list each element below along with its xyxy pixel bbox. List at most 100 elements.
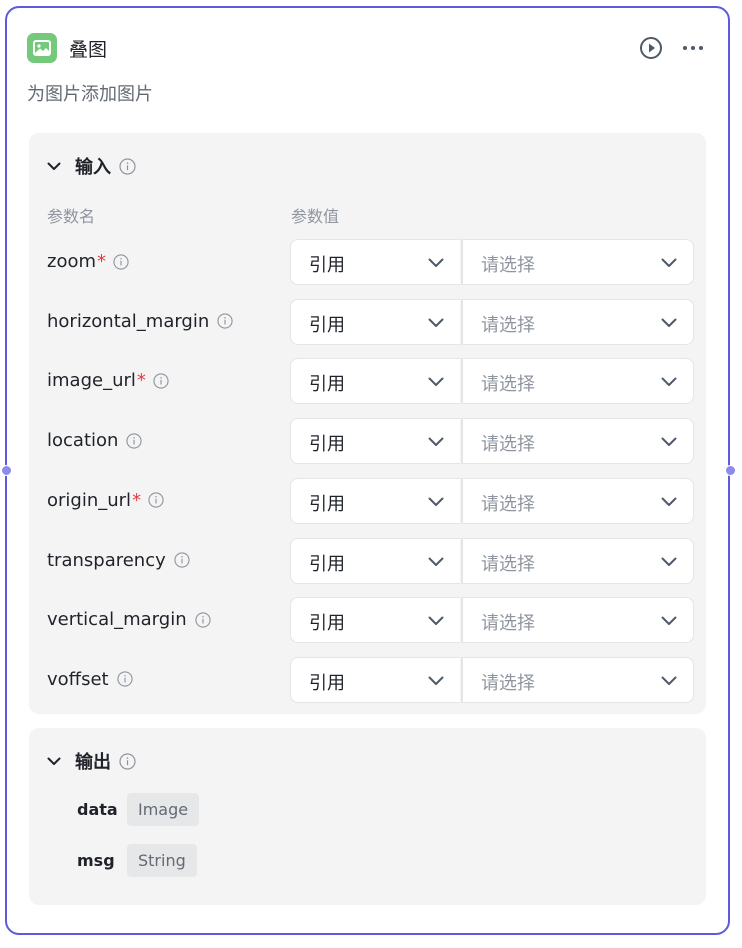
chevron-down-icon[interactable] [659, 253, 679, 273]
info-icon[interactable] [148, 492, 164, 508]
reference-type-select[interactable]: 引用 [290, 239, 460, 285]
chevron-down-icon[interactable] [426, 611, 446, 631]
reference-type-value: 引用 [309, 553, 345, 575]
reference-type-value: 引用 [309, 493, 345, 515]
chevron-down-icon[interactable] [426, 313, 446, 333]
info-icon[interactable] [119, 157, 136, 175]
param-name: horizontal_margin [47, 311, 233, 332]
param-name: vertical_margin [47, 609, 211, 630]
param-name-label: horizontal_margin [47, 310, 210, 332]
chevron-down-icon[interactable] [659, 611, 679, 631]
param-name: voffset [47, 669, 133, 690]
variable-select-placeholder: 请选择 [481, 314, 535, 336]
param-row: vertical_margin 引用 请选择 [29, 597, 706, 645]
param-name: zoom * [47, 251, 129, 272]
param-name: origin_url * [47, 490, 164, 511]
param-name: location [47, 430, 143, 452]
chevron-down-icon[interactable] [659, 372, 679, 392]
chevron-down-icon[interactable] [659, 432, 679, 452]
input-section-header[interactable]: 输入 [45, 153, 136, 179]
chevron-down-icon[interactable] [45, 157, 63, 175]
variable-select[interactable]: 请选择 [461, 597, 694, 644]
output-section: 输出 data Image msg String [29, 728, 706, 905]
input-section: 输入 参数名 参数值 zoom * 引用 请选择 horizontal_margin 引用… [29, 133, 706, 714]
play-circle-icon[interactable] [638, 35, 664, 61]
chevron-down-icon[interactable] [659, 492, 679, 512]
input-port-handle[interactable] [1, 465, 12, 476]
chevron-down-icon[interactable] [659, 313, 679, 333]
chevron-down-icon[interactable] [426, 492, 446, 512]
info-icon[interactable] [174, 552, 190, 568]
reference-type-select[interactable]: 引用 [290, 656, 460, 703]
variable-select-placeholder: 请选择 [481, 672, 535, 694]
output-type-badge: String [127, 843, 197, 877]
image-icon [27, 33, 57, 63]
chevron-down-icon[interactable] [659, 671, 679, 691]
variable-select[interactable]: 请选择 [461, 477, 694, 524]
info-icon[interactable] [126, 432, 143, 449]
variable-select[interactable]: 请选择 [461, 358, 694, 405]
info-icon[interactable] [113, 253, 129, 270]
param-name-label: transparency [47, 549, 166, 571]
param-row: transparency 引用 请选择 [29, 537, 706, 586]
reference-type-select[interactable]: 引用 [290, 477, 460, 524]
output-port-handle[interactable] [725, 465, 736, 476]
reference-type-value: 引用 [309, 434, 345, 456]
column-header-param-name: 参数名 [47, 207, 96, 226]
chevron-down-icon[interactable] [426, 432, 446, 452]
reference-type-select[interactable]: 引用 [290, 358, 460, 405]
chevron-down-icon[interactable] [426, 372, 446, 392]
chevron-down-icon[interactable] [426, 253, 446, 273]
chevron-down-icon[interactable] [659, 552, 679, 572]
required-marker: * [136, 370, 146, 392]
chevron-down-icon[interactable] [426, 671, 446, 691]
variable-select-placeholder: 请选择 [481, 553, 535, 575]
reference-type-select[interactable]: 引用 [290, 597, 460, 644]
node-title: 叠图 [69, 39, 108, 61]
more-horizontal-icon[interactable] [678, 35, 708, 61]
variable-select[interactable]: 请选择 [461, 537, 694, 584]
info-icon[interactable] [217, 313, 233, 329]
param-row: location 引用 请选择 [29, 418, 706, 466]
output-type-badge: Image [127, 792, 200, 826]
variable-select[interactable]: 请选择 [461, 239, 694, 285]
required-marker: * [97, 251, 107, 272]
reference-type-select[interactable]: 引用 [290, 537, 460, 584]
reference-type-value: 引用 [309, 255, 345, 276]
info-icon[interactable] [116, 671, 133, 688]
variable-select-placeholder: 请选择 [481, 374, 535, 396]
reference-type-value: 引用 [309, 672, 345, 694]
param-row: zoom * 引用 请选择 [29, 239, 706, 287]
reference-type-select[interactable]: 引用 [290, 418, 460, 465]
info-icon[interactable] [119, 752, 136, 770]
variable-select[interactable]: 请选择 [461, 298, 694, 345]
node-header: 叠图 [27, 30, 708, 64]
variable-select-placeholder: 请选择 [481, 434, 535, 456]
plugin-node-card[interactable]: 叠图 为图片添加图片 输入 参数名 参数值 zoom * 引用 请选择 hori… [5, 6, 730, 935]
output-item: data Image [77, 791, 200, 827]
param-name-label: location [47, 430, 119, 452]
chevron-down-icon[interactable] [45, 752, 63, 770]
param-row: voffset 引用 请选择 [29, 656, 706, 705]
chevron-down-icon[interactable] [426, 552, 446, 572]
output-name: data [77, 799, 118, 819]
input-section-label: 输入 [75, 157, 111, 178]
column-header-param-value: 参数值 [291, 207, 340, 226]
reference-type-select[interactable]: 引用 [290, 298, 460, 345]
variable-select[interactable]: 请选择 [461, 418, 694, 465]
output-name: msg [77, 850, 115, 870]
variable-select-placeholder: 请选择 [481, 493, 535, 515]
reference-type-value: 引用 [309, 374, 345, 396]
param-row: horizontal_margin 引用 请选择 [29, 298, 706, 347]
output-section-label: 输出 [75, 752, 111, 773]
reference-type-value: 引用 [309, 613, 345, 635]
variable-select-placeholder: 请选择 [481, 613, 535, 635]
param-name-label: vertical_margin [47, 609, 187, 631]
param-row: image_url * 引用 请选择 [29, 358, 706, 406]
variable-select[interactable]: 请选择 [461, 656, 694, 703]
info-icon[interactable] [153, 373, 169, 389]
info-icon[interactable] [194, 612, 211, 628]
output-section-header[interactable]: 输出 [45, 748, 136, 774]
output-item: msg String [77, 842, 197, 878]
node-description: 为图片添加图片 [27, 84, 153, 105]
